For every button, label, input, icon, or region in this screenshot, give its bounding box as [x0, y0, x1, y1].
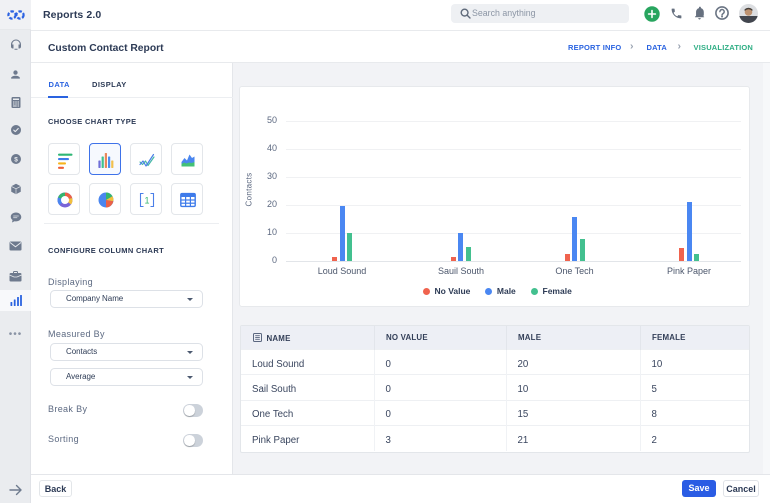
svg-text:$: $ [14, 156, 18, 163]
svg-text:1: 1 [144, 196, 149, 206]
